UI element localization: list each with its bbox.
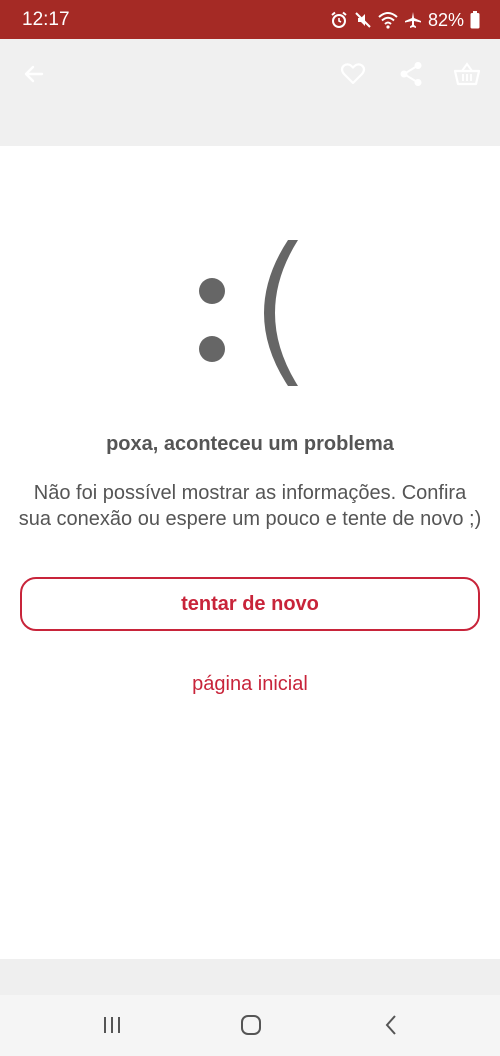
share-icon[interactable] (391, 54, 431, 94)
home-icon[interactable] (231, 1007, 271, 1043)
recent-apps-icon[interactable] (92, 1007, 132, 1043)
bottom-strip (0, 959, 500, 995)
app-bar (0, 39, 500, 146)
error-screen: poxa, aconteceu um problema Não foi poss… (0, 146, 500, 959)
system-nav-bar (0, 995, 500, 1056)
mute-icon (354, 11, 372, 29)
wifi-icon (378, 11, 398, 29)
error-message: Não foi possível mostrar as informações.… (0, 480, 500, 532)
back-icon[interactable] (371, 1007, 411, 1043)
basket-icon[interactable] (447, 54, 487, 94)
battery-icon (470, 11, 480, 29)
battery-percent: 82% (427, 10, 464, 30)
sad-face-icon (190, 238, 310, 388)
status-icons: 82% (330, 8, 480, 32)
status-bar: 12:17 82% (0, 0, 500, 39)
home-page-link[interactable]: página inicial (0, 673, 500, 696)
back-arrow-icon[interactable] (14, 54, 54, 94)
error-message-line-1: Não foi possível mostrar as informações.… (33, 482, 467, 504)
heart-icon[interactable] (333, 54, 373, 94)
error-message-line-2: sua conexão ou espere um pouco e tente d… (18, 508, 482, 530)
error-title: poxa, aconteceu um problema (106, 433, 394, 455)
retry-button[interactable]: tentar de novo (20, 577, 480, 631)
alarm-icon (330, 11, 348, 29)
status-time: 12:17 (22, 9, 70, 30)
airplane-icon (404, 11, 422, 29)
